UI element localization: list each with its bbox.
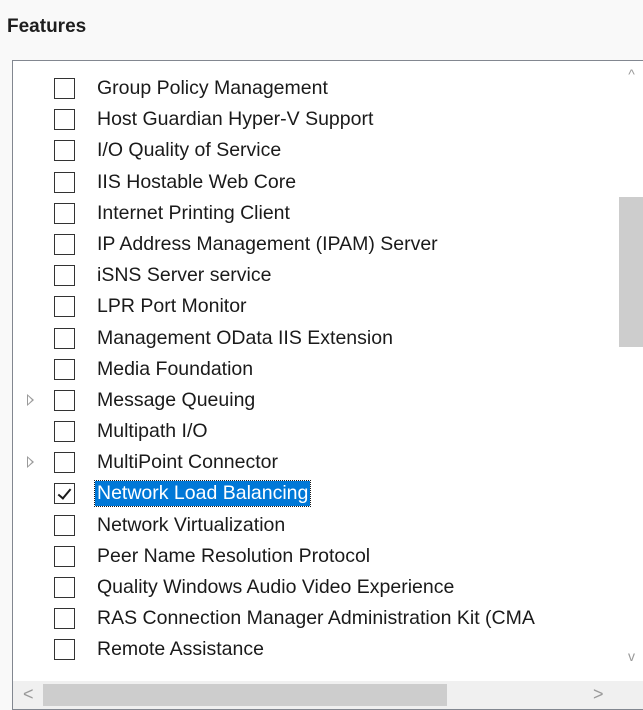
expand-arrow-icon[interactable] [27,456,34,469]
feature-checkbox[interactable] [54,78,75,99]
feature-label[interactable]: LPR Port Monitor [95,294,249,319]
feature-checkbox[interactable] [54,421,75,443]
feature-checkbox[interactable] [54,608,75,630]
feature-row[interactable]: Media Foundation [13,354,619,385]
feature-row[interactable]: IP Address Management (IPAM) Server [13,229,619,260]
feature-row[interactable]: Peer Name Resolution Protocol [13,541,619,572]
feature-checkbox[interactable] [54,265,75,287]
feature-checkbox[interactable] [54,483,75,505]
feature-row[interactable]: Host Guardian Hyper-V Support [13,104,619,135]
feature-label[interactable]: IP Address Management (IPAM) Server [95,232,440,257]
features-heading: Features [7,16,87,37]
feature-checkbox[interactable] [54,327,75,349]
feature-label[interactable]: MultiPoint Connector [95,450,280,475]
feature-checkbox[interactable] [54,358,75,380]
feature-checkbox[interactable] [54,577,75,598]
feature-checkbox[interactable] [54,233,75,255]
feature-label[interactable]: Media Foundation [95,357,255,382]
feature-checkbox[interactable] [54,296,75,318]
feature-label[interactable]: Remote Assistance [95,637,266,662]
scroll-right-icon[interactable]: > [593,684,604,705]
feature-label[interactable]: iSNS Server service [95,263,273,288]
feature-checkbox[interactable] [54,389,75,411]
vertical-scroll-thumb[interactable] [619,197,643,347]
feature-label[interactable]: I/O Quality of Service [95,138,283,163]
feature-label[interactable]: Group Policy Management [95,76,330,101]
feature-checkbox[interactable] [54,140,75,162]
scroll-up-icon[interactable]: ^ [626,67,637,81]
scroll-left-icon[interactable]: < [23,684,34,705]
feature-row[interactable]: LPR Port Monitor [13,291,619,322]
feature-checkbox[interactable] [54,545,75,567]
features-list[interactable]: Group Policy Management Host Guardian Hyp… [12,60,643,710]
feature-label[interactable]: Network Virtualization [95,513,287,538]
feature-label[interactable]: Quality Windows Audio Video Experience [95,575,456,600]
feature-checkbox[interactable] [54,171,75,193]
feature-row[interactable]: Message Queuing [13,385,619,416]
horizontal-scroll-thumb[interactable] [43,684,447,706]
feature-row[interactable]: RAS Connection Manager Administration Ki… [13,603,619,634]
feature-checkbox[interactable] [54,452,75,474]
feature-row[interactable]: iSNS Server service [13,260,619,291]
expand-arrow-icon[interactable] [27,393,34,406]
feature-label[interactable]: Network Load Balancing [93,480,312,508]
feature-row[interactable]: Quality Windows Audio Video Experience [13,572,619,603]
feature-row[interactable]: I/O Quality of Service [13,135,619,166]
feature-label[interactable]: Management OData IIS Extension [95,326,395,351]
feature-row[interactable]: Group Policy Management [13,73,619,104]
feature-label[interactable]: Internet Printing Client [95,201,292,226]
feature-row[interactable]: Network Virtualization [13,510,619,541]
feature-label[interactable]: Peer Name Resolution Protocol [95,544,372,569]
feature-row[interactable]: MultiPoint Connector [13,447,619,478]
feature-checkbox[interactable] [54,202,75,224]
vertical-scrollbar[interactable]: ^ v [619,61,643,673]
feature-checkbox[interactable] [54,514,75,536]
feature-row[interactable]: Multipath I/O [13,416,619,447]
horizontal-scrollbar[interactable]: < > [13,681,643,709]
features-items: Group Policy Management Host Guardian Hyp… [13,73,619,666]
feature-row[interactable]: Management OData IIS Extension [13,323,619,354]
feature-label[interactable]: Multipath I/O [95,419,210,444]
feature-row[interactable]: IIS Hostable Web Core [13,167,619,198]
feature-row[interactable]: Internet Printing Client [13,198,619,229]
feature-label[interactable]: IIS Hostable Web Core [95,170,298,195]
feature-checkbox[interactable] [54,639,75,661]
feature-label[interactable]: Message Queuing [95,388,257,413]
feature-row[interactable]: Network Load Balancing [13,478,619,509]
feature-label[interactable]: Host Guardian Hyper-V Support [95,107,375,132]
feature-label[interactable]: RAS Connection Manager Administration Ki… [95,606,537,631]
feature-row[interactable]: Remote Assistance [13,634,619,665]
scroll-down-icon[interactable]: v [626,649,637,663]
feature-checkbox[interactable] [54,109,75,131]
